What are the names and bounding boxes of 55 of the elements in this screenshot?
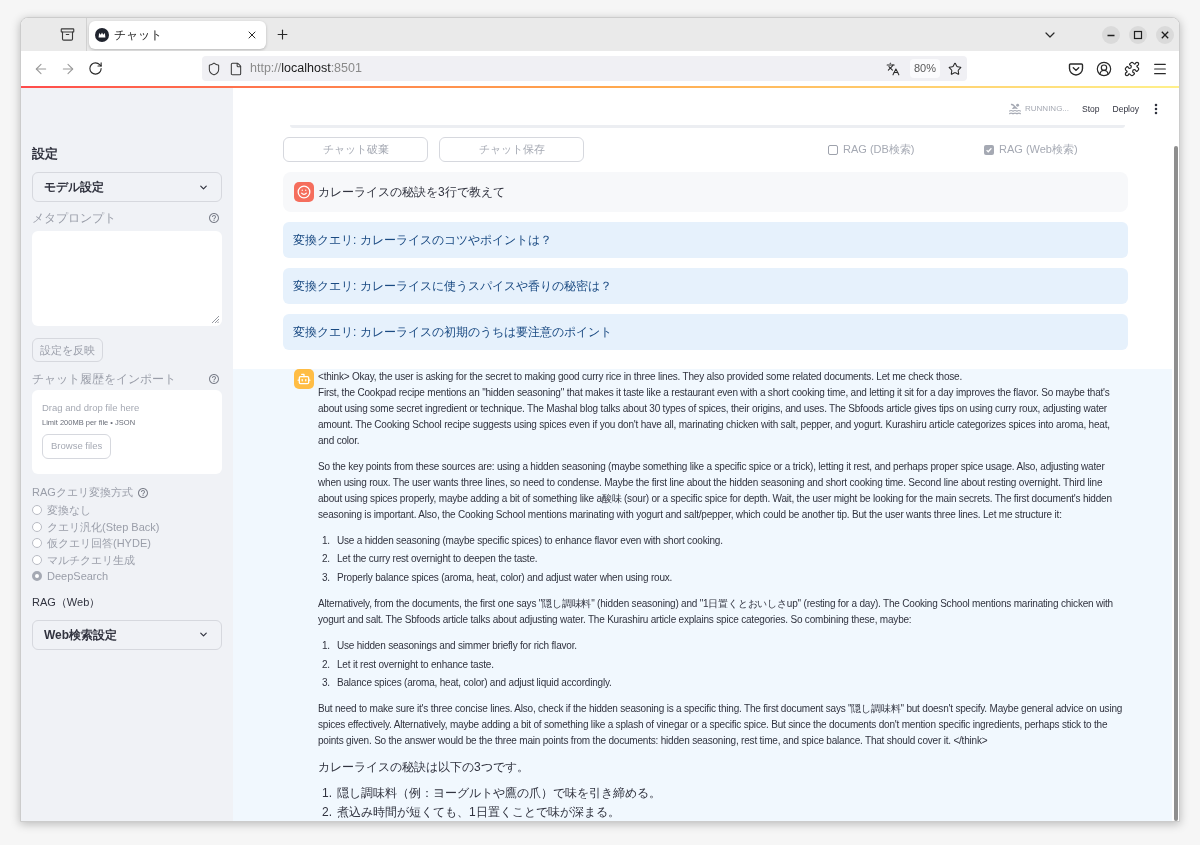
smiley-avatar-icon <box>294 182 314 202</box>
list-item: 2. Let it rest overnight to enhance taste. <box>321 657 495 672</box>
browse-files-button[interactable]: Browse files <box>42 434 112 459</box>
info-message: 変換クエリ: カレーライスに使うスパイスや香りの秘密は？ <box>283 268 1128 304</box>
field-label: RAGクエリ変換方式 <box>32 486 133 499</box>
shield-icon[interactable] <box>207 61 221 76</box>
info-message: 変換クエリ: カレーライスの初期のうちは要注意のポイント <box>283 314 1128 350</box>
browser-tab[interactable]: チャット <box>89 20 266 49</box>
header-action-button[interactable]: Stop <box>1082 102 1100 116</box>
page-icon[interactable] <box>229 61 243 76</box>
list-item: 2. Let the curry rest overnight to deepen the taste. <box>321 552 539 567</box>
list-item: 1. Use hidden seasonings and simmer briefly for rich flavor. <box>321 639 578 654</box>
field-label: チャット履歴をインポート <box>32 372 176 386</box>
status-text: RUNNING... <box>1025 103 1070 115</box>
zoom-button[interactable]: 80% <box>909 59 940 78</box>
help-icon[interactable] <box>136 486 149 499</box>
message-text: カレーライスの秘訣を3行で教えて <box>318 184 505 201</box>
field-label: メタプロンプト <box>32 211 116 225</box>
message-paragraph: But need to make sure it's three concise lines. Also, check if the hidden seasoning is a specific thing. The first document says "隠し調味料" but doesn't specify. Maybe general advice on using spices effectively. Alternatively, maybe adding a bit of something like a splash of vinegar or a specific spice. But since the documents don't mention specific ingredients, perhaps stick to the points given. So the answer would be the three main points from the documents: hidden seasoning, rest time, and spice balance. That should cover it. </think> <box>318 702 1124 749</box>
bookmark-star-icon[interactable] <box>948 61 962 76</box>
new-tab-icon[interactable] <box>275 27 290 42</box>
robot-avatar-icon <box>294 369 314 389</box>
message-paragraph: カレーライスの秘訣は以下の3つです。 <box>318 759 530 776</box>
box-icon[interactable] <box>60 27 75 42</box>
tray-chevron-icon[interactable] <box>1068 60 1084 77</box>
section-title: RAG（Web） <box>32 594 102 609</box>
minimize-icon[interactable] <box>1102 25 1120 44</box>
header-action-button[interactable]: Deploy <box>1112 102 1139 116</box>
list-item: 3. Properly balance spices (aroma, heat, color) and adjust water when using roux. <box>321 570 674 585</box>
list-item: 1. Use a hidden seasoning (maybe specific spices) to enhance flavor even with short cooking. <box>321 534 724 548</box>
message-paragraph: So the key points from these sources are: using a hidden seasoning (maybe something like a specific spice or a trick), letting it rest, and perhaps proper spice usage. Also, adjusting water when using roux. The user wants three lines, so need to condense. Maybe the first line about the hidden seasoning and short cooking time. Second line about resting overnight. Third line about using spices properly, maybe adding a bit of something like a酸味 (sour) or a specific spice for depth. Wait, the user might be looking for the main secrets. The first document's hidden seasoning is important. Also, the Cooking School mentions marinating with yogurt and salt/pepper, which could be another tip. But the user wants three lines. Let me structure it: <box>318 460 1113 522</box>
close-window-icon[interactable] <box>1156 25 1174 44</box>
url-text: http://localhost:8501 <box>250 60 362 78</box>
message-paragraph: <think> Okay, the user is asking for the secret to making good curry rice in three lines. They also provided some related documents. Let me check those. First, the Cookpad recipe mentions an "hidden seasoning" that makes it taste like a restaurant even with a short cooking time, and letting it sit for a day improves the flavor. So maybe that's about using some secret ingredient or technique. The Mashal blog talks about 30 types of spices, their origins, and uses. The Sbfoods article gives tips on using curry roux, adjusting water amount. The Cooking School recipe suggests using spices even if you don't have all, marinating chicken with salt, pepper, and yogurt. Kurashiru article categorizes spices into aroma, heat, and color. <box>318 370 1111 448</box>
help-icon[interactable] <box>208 212 220 224</box>
message-paragraph: Alternatively, from the documents, the first one says "隠し調味料" (hidden seasoning) and "1日置くとおいしさup" (resting for a day). The Cooking School mentions marinating chicken with yogurt and salt. The Sbfoods article talks about adjusting water. The Kurashiru article explains spice categories. So combining these, maybe: <box>318 597 1114 628</box>
list-item: 2. 煮込み時間が短くても、1日置くことで味が深まる。 <box>321 803 621 821</box>
swimmer-icon <box>1008 102 1023 116</box>
help-icon[interactable] <box>208 373 220 385</box>
sidebar-title: 設定 <box>32 145 59 163</box>
maximize-icon[interactable] <box>1129 25 1147 44</box>
reload-icon[interactable] <box>88 61 103 76</box>
puzzle-icon[interactable] <box>1124 60 1140 77</box>
info-message: 変換クエリ: カレーライスのコツやポイントは？ <box>283 222 1128 258</box>
expander-header[interactable]: Web検索設定 <box>32 619 222 650</box>
expander-header[interactable]: モデル設定 <box>32 172 222 202</box>
crown-logo-icon <box>95 27 109 42</box>
list-item: 3. Balance spices (aroma, heat, color) and adjust liquid accordingly. <box>321 676 613 691</box>
list-item: 1. 隠し調味料（例：ヨーグルトや鷹の爪）で味を引き締める。 <box>321 785 662 803</box>
dropzone-text: Drag and drop file here <box>42 402 141 414</box>
address-bar[interactable]: http://localhost:8501 80% <box>202 56 967 81</box>
translate-icon[interactable] <box>885 61 900 76</box>
resize-handle-icon[interactable] <box>212 316 219 323</box>
account-icon[interactable] <box>1096 60 1112 77</box>
scrollbar-thumb[interactable] <box>1174 146 1178 821</box>
